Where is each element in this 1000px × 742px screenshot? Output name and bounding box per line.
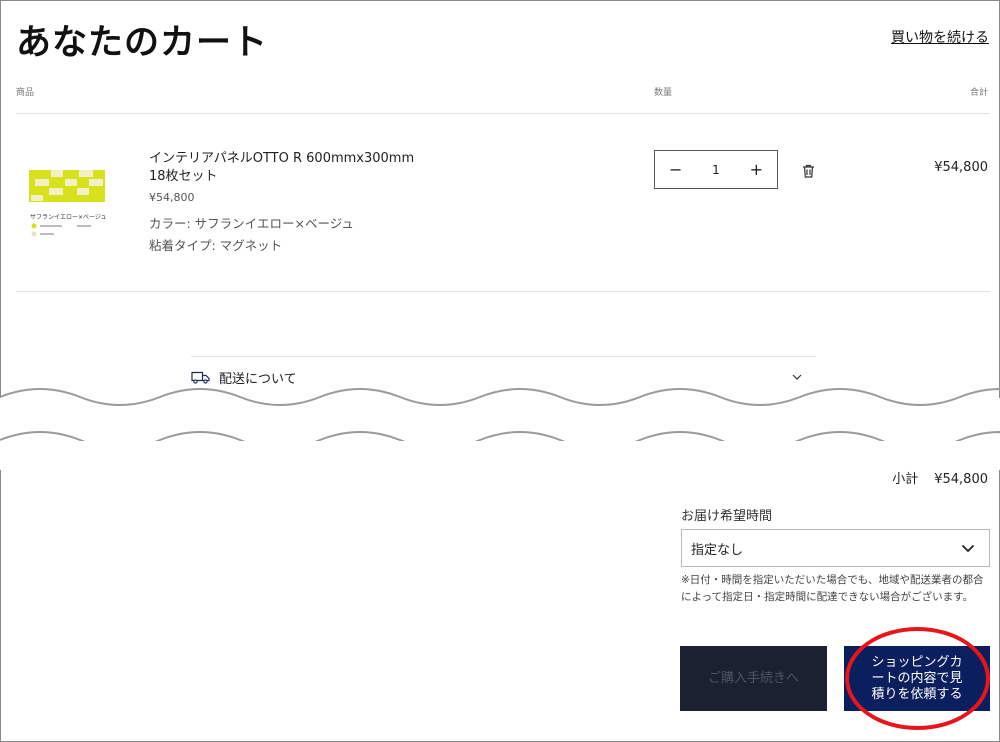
divider: [191, 356, 816, 357]
line-total: ¥54,800: [934, 160, 988, 175]
product-name[interactable]: インテリアパネルOTTO R 600mmx300mm 18枚セット: [149, 150, 419, 186]
product-option-color: カラー: サフランイエロー×ベージュ: [149, 216, 354, 231]
request-quote-button[interactable]: ショッピングカートの内容で見積りを依頼する: [844, 646, 990, 711]
screenshot-cut-marker: [0, 388, 1000, 470]
delivery-time-select[interactable]: 指定なし: [681, 529, 990, 567]
delivery-time-label: お届け希望時間: [681, 509, 773, 524]
column-header-quantity: 数量: [654, 88, 673, 98]
subtotal-label: 小計: [892, 472, 919, 487]
product-thumbnail[interactable]: サフランイエロー×ベージュ: [27, 165, 107, 240]
column-header-total: 合計: [969, 88, 988, 98]
delivery-time-value: 指定なし: [691, 542, 744, 558]
continue-shopping-link[interactable]: 買い物を続ける: [891, 27, 989, 47]
delivery-note: ※日付・時間を指定いただいた場合でも、地域や配送業者の都合によって指定日・指定時…: [681, 574, 984, 603]
chevron-down-icon: [961, 544, 975, 552]
product-unit-price: ¥54,800: [149, 191, 195, 204]
thumbnail-caption: サフランイエロー×ベージュ: [30, 214, 106, 221]
column-header-product: 商品: [16, 88, 35, 98]
page-title: あなたのカート: [16, 23, 269, 63]
divider: [16, 291, 990, 292]
quantity-stepper: − 1 +: [654, 150, 778, 189]
checkout-button[interactable]: ご購入手続きへ: [680, 646, 827, 711]
product-option-adhesive: 粘着タイプ: マグネット: [149, 238, 283, 253]
decrease-button[interactable]: −: [669, 160, 682, 179]
subtotal-value: ¥54,800: [934, 472, 988, 487]
window-frame: [0, 0, 1000, 742]
increase-button[interactable]: +: [750, 160, 763, 179]
divider: [16, 113, 990, 114]
quantity-value[interactable]: 1: [712, 163, 720, 177]
trash-icon[interactable]: [802, 164, 815, 178]
subtotal: 小計 ¥54,800: [892, 468, 988, 487]
